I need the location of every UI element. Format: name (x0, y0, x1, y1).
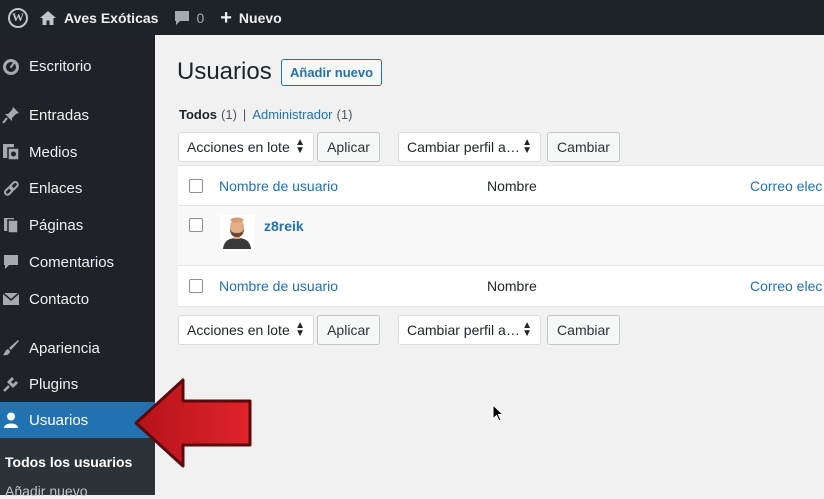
comments-link[interactable]: 0 (166, 0, 212, 35)
sidebar-item-label: Usuarios (29, 411, 89, 429)
sidebar-item-label: Comentarios (29, 253, 115, 271)
bulk-actions-value: Acciones en lote (187, 322, 290, 338)
dashboard-icon (2, 57, 20, 75)
sidebar-item-paginas[interactable]: Páginas (0, 207, 155, 243)
user-icon (2, 411, 20, 429)
column-name: Nombre (487, 178, 537, 194)
sidebar-item-label: Plugins (29, 375, 79, 393)
column-username[interactable]: Nombre de usuario (219, 178, 338, 194)
filter-administrator-count: (1) (336, 107, 353, 122)
add-new-user-button[interactable]: Añadir nuevo (281, 59, 383, 86)
table-header-row: Nombre de usuario Nombre Correo elec (178, 166, 824, 206)
wordpress-icon: W (8, 7, 28, 28)
sidebar-item-label: Entradas (29, 106, 90, 124)
comment-icon (175, 10, 190, 25)
row-checkbox[interactable] (189, 218, 203, 232)
select-all-checkbox[interactable] (189, 179, 203, 193)
select-arrows-icon: ▲ ▼ (295, 320, 305, 339)
change-role-select-top[interactable]: Cambiar perfil a… ▲ ▼ (398, 132, 541, 162)
column-username-footer[interactable]: Nombre de usuario (219, 278, 338, 294)
select-all-checkbox-bottom[interactable] (189, 279, 203, 293)
admin-bar: W Aves Exóticas 0 + Nuevo (0, 0, 824, 35)
table-footer-row: Nombre de usuario Nombre Correo elec (178, 266, 824, 306)
table-row: z8reik (178, 206, 824, 266)
new-label: Nuevo (238, 9, 282, 26)
change-button-top[interactable]: Cambiar (547, 132, 620, 162)
sidebar-item-label: Apariencia (29, 339, 100, 357)
bulk-actions-value: Acciones en lote (187, 139, 290, 155)
username-link[interactable]: z8reik (264, 218, 304, 234)
link-icon (2, 179, 20, 197)
brush-icon (2, 339, 20, 357)
sidebar-item-plugins[interactable]: Plugins (0, 366, 155, 402)
submenu-item-add-new[interactable]: Añadir nuevo (5, 483, 88, 499)
select-arrows-icon: ▲ ▼ (522, 137, 532, 156)
sidebar-item-label: Escritorio (29, 57, 92, 75)
bulk-actions-select-bottom[interactable]: Acciones en lote ▲ ▼ (178, 315, 314, 345)
select-arrows-icon: ▲ ▼ (522, 320, 532, 339)
plugin-icon (2, 375, 20, 393)
avatar (220, 215, 254, 249)
sidebar-item-escritorio[interactable]: Escritorio (0, 48, 155, 84)
users-table: Nombre de usuario Nombre Correo elec z8r… (178, 165, 824, 307)
sidebar-item-contacto[interactable]: Contacto (0, 281, 155, 317)
apply-button-top[interactable]: Aplicar (317, 132, 380, 162)
sidebar-item-enlaces[interactable]: Enlaces (0, 170, 155, 206)
change-role-value: Cambiar perfil a… (407, 139, 520, 155)
column-email-footer[interactable]: Correo elec (750, 278, 822, 294)
comment-icon (2, 253, 20, 271)
filter-all[interactable]: Todos (179, 107, 217, 122)
sidebar-item-label: Páginas (29, 216, 84, 234)
change-button-bottom[interactable]: Cambiar (547, 315, 620, 345)
users-submenu: Todos los usuarios Añadir nuevo (0, 438, 155, 499)
column-name-footer: Nombre (487, 278, 537, 294)
site-name: Aves Exóticas (64, 9, 159, 26)
sidebar-item-label: Enlaces (29, 179, 83, 197)
pin-icon (2, 106, 20, 124)
home-icon (40, 10, 56, 25)
admin-sidebar: Escritorio Entradas Medios Enlaces Págin… (0, 35, 155, 499)
filter-administrator[interactable]: Administrador (252, 107, 332, 122)
annotation-arrow-icon (134, 378, 252, 468)
main-content: Usuarios Añadir nuevo Todos (1) | Admini… (155, 35, 824, 495)
column-email[interactable]: Correo elec (750, 178, 822, 194)
sidebar-item-label: Contacto (29, 290, 90, 308)
sidebar-item-comentarios[interactable]: Comentarios (0, 244, 155, 280)
sidebar-item-usuarios[interactable]: Usuarios (0, 402, 155, 438)
bulk-actions-select-top[interactable]: Acciones en lote ▲ ▼ (178, 132, 314, 162)
plus-icon: + (220, 6, 232, 29)
site-name-link[interactable]: Aves Exóticas (36, 0, 166, 35)
comments-count: 0 (196, 9, 205, 26)
sidebar-item-label: Medios (29, 143, 78, 161)
new-content-link[interactable]: + Nuevo (212, 0, 289, 35)
sidebar-item-entradas[interactable]: Entradas (0, 97, 155, 133)
apply-button-bottom[interactable]: Aplicar (317, 315, 380, 345)
filter-separator: | (242, 107, 247, 122)
change-role-select-bottom[interactable]: Cambiar perfil a… ▲ ▼ (398, 315, 541, 345)
sidebar-item-medios[interactable]: Medios (0, 134, 155, 170)
user-role-filters: Todos (1) | Administrador (1) (179, 107, 352, 122)
select-arrows-icon: ▲ ▼ (295, 137, 305, 156)
filter-all-count: (1) (221, 107, 237, 122)
page-title: Usuarios (177, 58, 272, 85)
sidebar-item-apariencia[interactable]: Apariencia (0, 330, 155, 366)
mouse-cursor-icon (492, 404, 504, 422)
mail-icon (2, 290, 20, 308)
submenu-item-all-users[interactable]: Todos los usuarios (5, 454, 132, 470)
pages-icon (2, 216, 20, 234)
change-role-value: Cambiar perfil a… (407, 322, 520, 338)
wordpress-logo-button[interactable]: W (0, 0, 36, 35)
media-icon (2, 143, 20, 161)
